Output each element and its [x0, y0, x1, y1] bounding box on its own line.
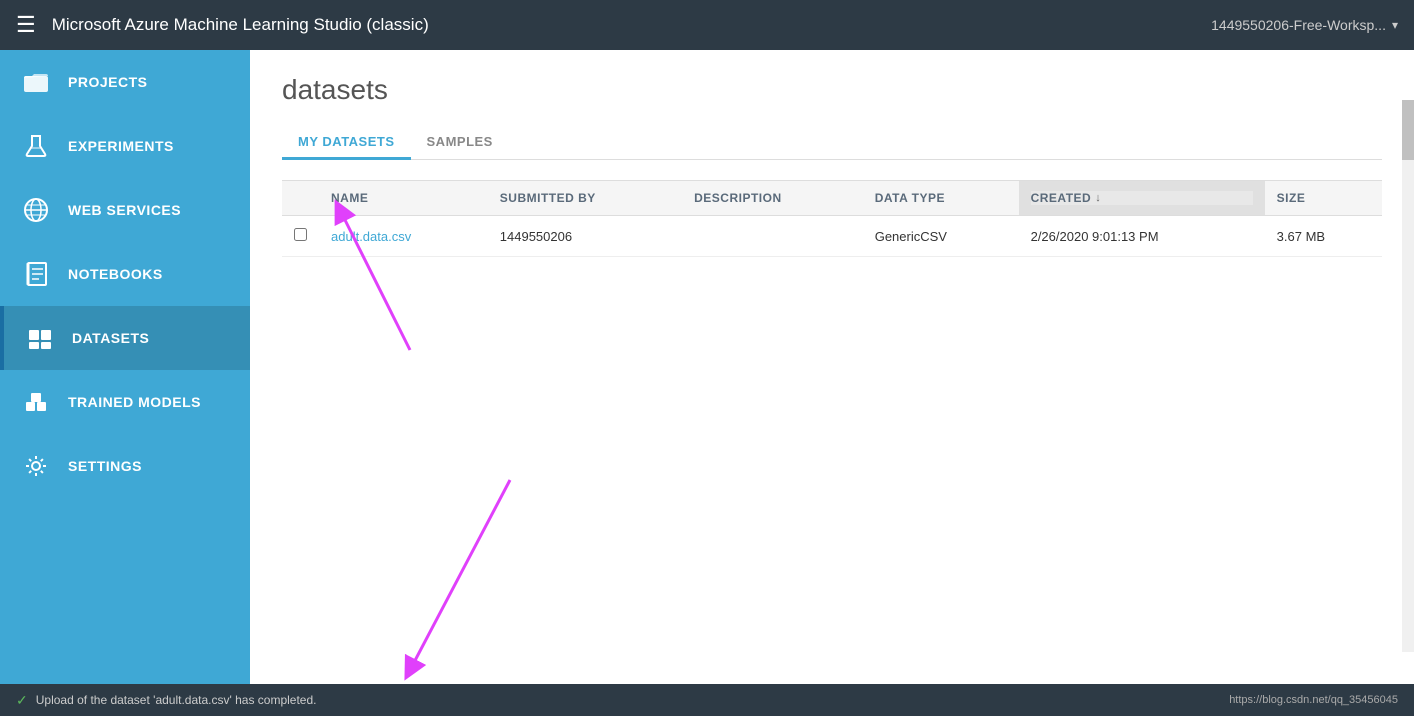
sidebar-item-label: PROJECTS — [68, 74, 147, 90]
status-url: https://blog.csdn.net/qq_35456045 — [1229, 694, 1398, 706]
hamburger-menu[interactable]: ☰ — [16, 12, 36, 38]
dataset-name-link[interactable]: adult.data.csv — [331, 229, 411, 244]
sidebar-item-label: DATASETS — [72, 330, 149, 346]
content-inner: datasets MY DATASETS SAMPLES NAME SUBMIT… — [250, 50, 1414, 684]
sidebar-item-notebooks[interactable]: NOTEBOOKS — [0, 242, 250, 306]
sidebar-item-projects[interactable]: PROJECTS — [0, 50, 250, 114]
sidebar-item-experiments[interactable]: EXPERIMENTS — [0, 114, 250, 178]
row-checkbox-cell[interactable] — [282, 216, 319, 257]
sidebar-item-settings[interactable]: SETTINGS — [0, 434, 250, 498]
model-icon — [20, 386, 52, 418]
col-header-size[interactable]: SIZE — [1265, 181, 1382, 216]
col-header-checkbox — [282, 181, 319, 216]
sidebar-item-label: NOTEBOOKS — [68, 266, 163, 282]
col-header-description[interactable]: DESCRIPTION — [682, 181, 863, 216]
workspace-name: 1449550206-Free-Worksp... — [1211, 17, 1386, 33]
app-title: Microsoft Azure Machine Learning Studio … — [52, 15, 1211, 35]
sidebar-item-label: EXPERIMENTS — [68, 138, 174, 154]
row-size-cell: 3.67 MB — [1265, 216, 1382, 257]
row-description-cell — [682, 216, 863, 257]
sidebar-item-trained-models[interactable]: TRAINED MODELS — [0, 370, 250, 434]
status-bar: ✓ Upload of the dataset 'adult.data.csv'… — [0, 684, 1414, 716]
content-area: datasets MY DATASETS SAMPLES NAME SUBMIT… — [250, 50, 1414, 684]
globe-icon — [20, 194, 52, 226]
sort-icon: ↓ — [1095, 192, 1101, 204]
col-header-name[interactable]: NAME — [319, 181, 488, 216]
workspace-selector[interactable]: 1449550206-Free-Worksp... ▾ — [1211, 17, 1398, 33]
tab-samples[interactable]: SAMPLES — [411, 126, 509, 160]
sidebar-item-datasets[interactable]: DATASETS — [0, 306, 250, 370]
chevron-right-icon: ▾ — [1392, 18, 1398, 32]
col-header-data-type[interactable]: DATA TYPE — [863, 181, 1019, 216]
flask-icon — [20, 130, 52, 162]
folder-icon — [20, 66, 52, 98]
col-header-created[interactable]: CREATED ↓ — [1019, 181, 1265, 216]
tabs-bar: MY DATASETS SAMPLES — [282, 126, 1382, 160]
check-icon: ✓ — [16, 692, 28, 709]
tab-my-datasets[interactable]: MY DATASETS — [282, 126, 411, 160]
page-title: datasets — [282, 74, 1382, 106]
row-submitted-by-cell: 1449550206 — [488, 216, 682, 257]
status-message: ✓ Upload of the dataset 'adult.data.csv'… — [16, 692, 317, 709]
sidebar-item-label: TRAINED MODELS — [68, 394, 201, 410]
row-name-cell: adult.data.csv — [319, 216, 488, 257]
scrollbar-thumb[interactable] — [1402, 100, 1414, 160]
row-data-type-cell: GenericCSV — [863, 216, 1019, 257]
notebook-icon — [20, 258, 52, 290]
datasets-icon — [24, 322, 56, 354]
row-created-cell: 2/26/2020 9:01:13 PM — [1019, 216, 1265, 257]
scrollbar-track[interactable] — [1402, 100, 1414, 652]
row-checkbox[interactable] — [294, 228, 307, 241]
sidebar-item-label: WEB SERVICES — [68, 202, 181, 218]
sidebar-item-web-services[interactable]: WEB SERVICES — [0, 178, 250, 242]
datasets-table: NAME SUBMITTED BY DESCRIPTION DATA TYPE — [282, 180, 1382, 257]
settings-icon — [20, 450, 52, 482]
status-text: Upload of the dataset 'adult.data.csv' h… — [36, 693, 317, 707]
table-row: adult.data.csv 1449550206 GenericCSV 2/2… — [282, 216, 1382, 257]
sidebar: PROJECTS EXPERIMENTS — [0, 50, 250, 684]
sidebar-item-label: SETTINGS — [68, 458, 142, 474]
main-layout: PROJECTS EXPERIMENTS — [0, 50, 1414, 684]
top-bar: ☰ Microsoft Azure Machine Learning Studi… — [0, 0, 1414, 50]
col-header-submitted-by[interactable]: SUBMITTED BY — [488, 181, 682, 216]
